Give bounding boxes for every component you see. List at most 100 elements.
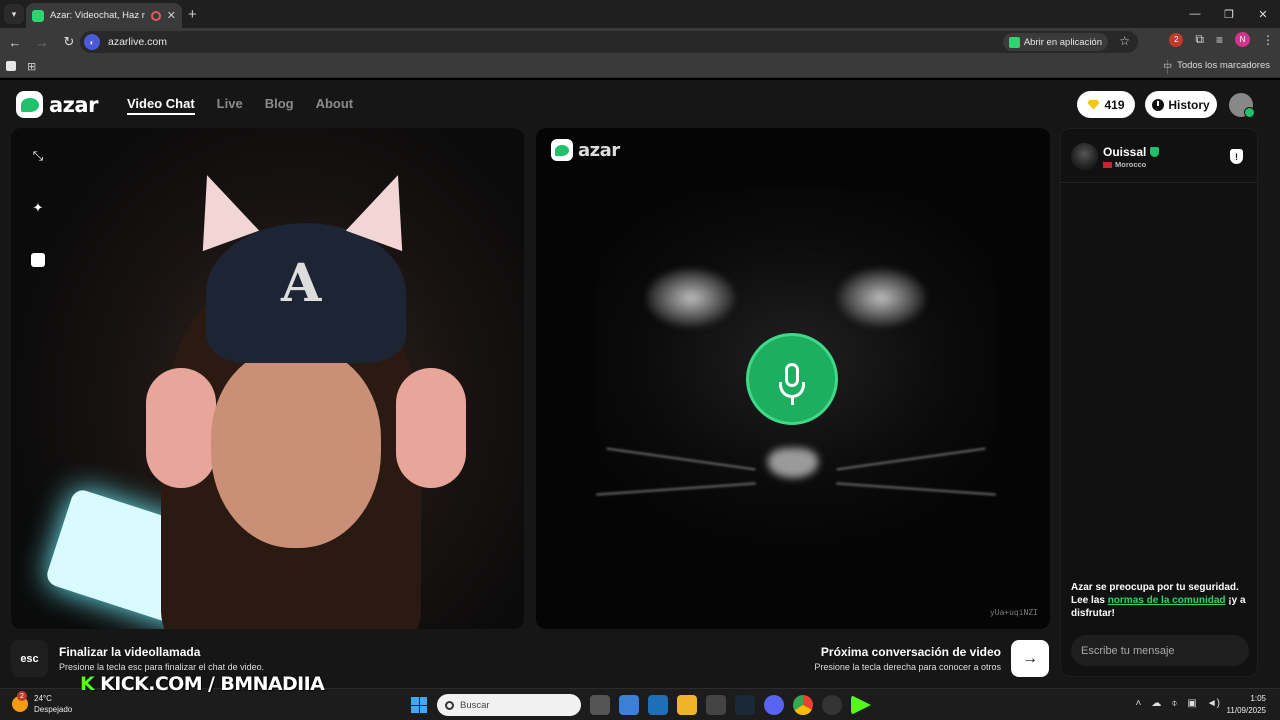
azar-logo[interactable]: azar xyxy=(16,91,98,118)
next-chat-button[interactable]: → xyxy=(1011,640,1049,677)
headphone-left xyxy=(146,368,216,488)
tab-close-icon[interactable]: ✕ xyxy=(167,9,176,22)
windows-start-icon[interactable] xyxy=(411,697,427,713)
extension-badge-icon[interactable]: 2 xyxy=(1169,32,1184,47)
verified-shield-icon xyxy=(1150,147,1160,157)
site-info-icon[interactable]: ◐ xyxy=(84,34,100,50)
menu-icon[interactable]: ⋮ xyxy=(1262,33,1274,47)
partner-video: azar yUa+uqiNZI xyxy=(536,128,1050,629)
temperature: 24°C xyxy=(34,694,52,703)
weather-widget[interactable]: 2 24°C Despejado xyxy=(12,691,72,715)
user-avatar[interactable] xyxy=(1229,93,1255,118)
partner-video-logo: azar xyxy=(551,139,620,161)
url-text[interactable]: azarlive.com xyxy=(108,36,167,48)
cap-letter: A xyxy=(281,253,322,314)
extension-icons: 2 ⧉ ≡ N ⋮ xyxy=(1169,32,1274,47)
recording-indicator-icon xyxy=(150,10,161,21)
forward-icon[interactable]: → xyxy=(30,30,54,54)
history-button[interactable]: History xyxy=(1145,91,1217,118)
discord-icon[interactable] xyxy=(764,695,784,715)
weather-icon: 2 xyxy=(12,691,28,712)
face-filter-icon[interactable] xyxy=(30,252,46,268)
back-icon[interactable]: ← xyxy=(3,30,27,54)
obs-icon[interactable] xyxy=(822,695,842,715)
chat-header: Ouissal Morocco ! xyxy=(1061,129,1257,183)
search-icon xyxy=(445,700,454,710)
steam-icon[interactable] xyxy=(735,695,755,715)
volume-icon[interactable]: ◄) xyxy=(1207,698,1220,709)
file-explorer-icon[interactable] xyxy=(677,695,697,715)
minimize-video-icon[interactable]: ⤡ xyxy=(30,148,46,164)
outlook-icon[interactable] xyxy=(648,695,668,715)
profile-avatar[interactable]: N xyxy=(1235,32,1250,47)
main-nav: Video Chat Live Blog About xyxy=(127,96,353,115)
end-call-button[interactable]: esc xyxy=(11,640,48,677)
store-icon[interactable] xyxy=(619,695,639,715)
nav-blog[interactable]: Blog xyxy=(265,96,294,115)
partner-name-row[interactable]: Ouissal xyxy=(1103,145,1160,159)
close-window-icon[interactable]: ✕ xyxy=(1246,0,1280,28)
message-input[interactable] xyxy=(1071,635,1249,666)
date: 11/09/2025 xyxy=(1226,706,1266,715)
partner-logo-text: azar xyxy=(578,139,620,161)
omnibox[interactable]: ◐ azarlive.com Abrir en aplicación ☆ xyxy=(80,31,1138,53)
media-controls-icon[interactable]: ≡ xyxy=(1216,33,1223,47)
browser-tab-bar: ▾ Azar: Videochat, Haz nuevo ✕ + — ❐ ✕ xyxy=(0,0,1280,28)
apps-grid-icon[interactable]: ⊞ xyxy=(27,60,36,73)
video-watermark: yUa+uqiNZI xyxy=(989,608,1038,617)
partner-country: Morocco xyxy=(1115,160,1147,169)
morocco-flag-icon xyxy=(1103,161,1112,168)
partner-avatar[interactable] xyxy=(1071,143,1098,170)
video-tools: ⤡ ✦ xyxy=(30,148,46,268)
microphone-button[interactable] xyxy=(746,333,838,425)
window-controls: — ❐ ✕ xyxy=(1178,0,1280,28)
open-in-app-button[interactable]: Abrir en aplicación xyxy=(1002,33,1108,51)
tab-search-icon[interactable]: ▾ xyxy=(4,4,24,24)
tray-overflow-icon[interactable]: ˄ xyxy=(1135,698,1141,709)
restore-icon[interactable]: ❐ xyxy=(1212,0,1246,28)
gems-button[interactable]: 419 xyxy=(1077,91,1135,118)
search-placeholder: Buscar xyxy=(460,699,490,711)
azar-logo-icon xyxy=(16,91,43,118)
partner-country-row: Morocco xyxy=(1103,160,1146,169)
taskbar-clock[interactable]: 1:05 11/09/2025 xyxy=(1227,693,1266,717)
gems-count: 419 xyxy=(1104,97,1125,112)
play-icon[interactable] xyxy=(851,695,871,715)
effects-sparkle-icon[interactable]: ✦ xyxy=(30,200,46,216)
cat-nose xyxy=(768,448,818,478)
nav-live[interactable]: Live xyxy=(217,96,243,115)
nav-video-chat[interactable]: Video Chat xyxy=(127,96,195,115)
end-call-subtitle: Presione la tecla esc para finalizar el … xyxy=(59,662,265,672)
task-view-icon[interactable] xyxy=(590,695,610,715)
next-chat-subtitle: Presione la tecla derecha para conocer a… xyxy=(814,662,1001,672)
azar-page: azar Video Chat Live Blog About 419 Hist… xyxy=(0,80,1280,688)
chat-panel: Ouissal Morocco ! Azar se preocupa por t… xyxy=(1060,128,1258,677)
network-icon[interactable]: ▣ xyxy=(1187,698,1196,709)
history-label: History xyxy=(1168,97,1210,112)
cat-eye-right xyxy=(836,268,926,328)
onedrive-icon[interactable]: ☁ xyxy=(1151,698,1161,709)
reload-icon[interactable]: ↻ xyxy=(57,30,81,54)
address-bar: ← → ↻ ◐ azarlive.com Abrir en aplicación… xyxy=(0,28,1280,56)
nav-about[interactable]: About xyxy=(316,96,354,115)
all-bookmarks-label: Todos los marcadores xyxy=(1177,60,1270,71)
community-guidelines-link[interactable]: normas de la comunidad xyxy=(1108,595,1226,606)
weather-text: 24°C Despejado xyxy=(34,693,72,715)
clock-icon xyxy=(1152,98,1165,111)
all-bookmarks-button[interactable]: ▭ Todos los marcadores xyxy=(1163,60,1270,71)
extensions-icon[interactable]: ⧉ xyxy=(1195,32,1204,47)
minimize-icon[interactable]: — xyxy=(1178,0,1212,28)
mic-tray-icon[interactable]: ⌽ xyxy=(1171,698,1177,709)
browser-tab[interactable]: Azar: Videochat, Haz nuevo ✕ xyxy=(26,3,182,28)
weather-condition: Despejado xyxy=(34,705,73,714)
star-icon[interactable]: ☆ xyxy=(1119,34,1130,48)
app-icon xyxy=(1008,36,1020,48)
chrome-icon[interactable] xyxy=(793,695,813,715)
gem-icon xyxy=(1087,99,1100,110)
azar-favicon-icon xyxy=(32,9,44,22)
taskbar-search[interactable]: Buscar xyxy=(437,694,581,716)
bookmark-page-icon[interactable] xyxy=(6,61,16,71)
report-shield-icon[interactable]: ! xyxy=(1230,149,1243,164)
photos-icon[interactable] xyxy=(706,695,726,715)
new-tab-button[interactable]: + xyxy=(188,6,197,23)
